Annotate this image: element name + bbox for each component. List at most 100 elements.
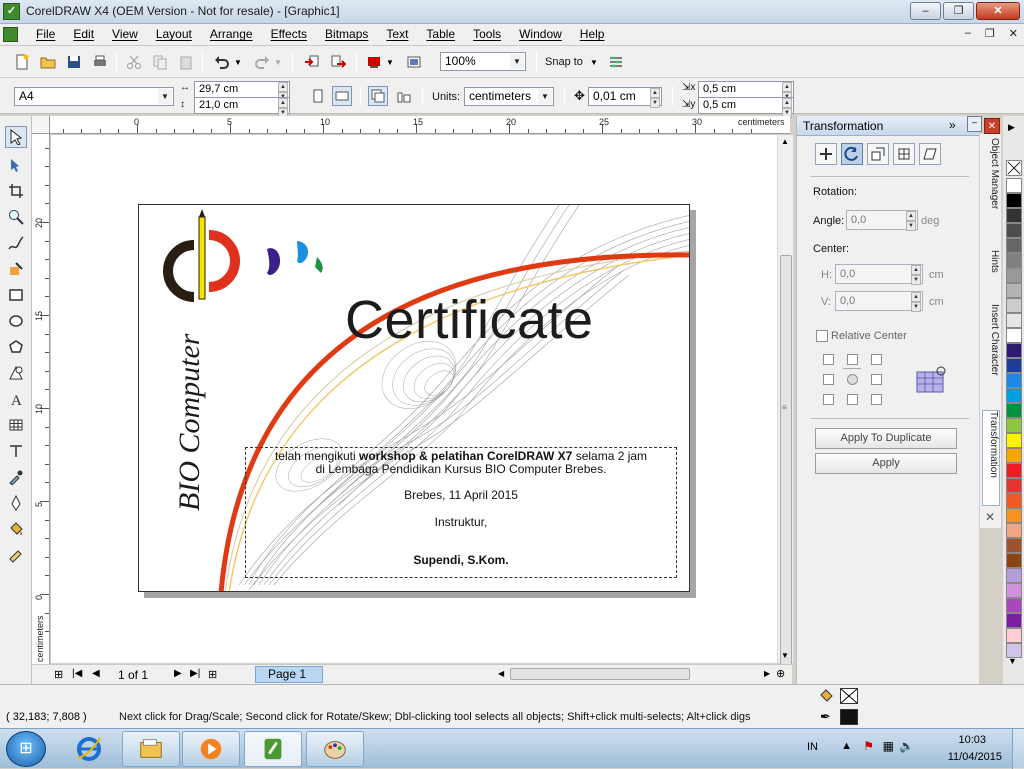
units-select[interactable]: centimeters ▼	[464, 87, 554, 106]
color-swatch[interactable]	[1006, 343, 1022, 358]
menu-layout[interactable]: Layout	[156, 27, 192, 41]
color-swatch[interactable]	[1006, 283, 1022, 298]
docker-expand-icon[interactable]: »	[949, 118, 956, 132]
network-icon[interactable]: ▦	[883, 739, 894, 753]
fill-bucket-icon[interactable]	[818, 688, 834, 704]
scroll-left-arrow[interactable]: ◀	[498, 669, 504, 678]
color-swatch[interactable]	[1006, 628, 1022, 643]
color-swatch[interactable]	[1006, 568, 1022, 583]
action-center-icon[interactable]: ⚑	[863, 739, 874, 753]
restore-button[interactable]: ❐	[943, 2, 974, 20]
save-icon[interactable]	[64, 52, 84, 72]
last-page-button[interactable]: ▶|	[190, 668, 200, 679]
text-frame[interactable]: telah mengikuti workshop & pelatihan Cor…	[245, 447, 677, 578]
no-color-swatch[interactable]	[1006, 160, 1022, 176]
color-swatch[interactable]	[1006, 178, 1022, 193]
color-swatch[interactable]	[1006, 613, 1022, 628]
open-icon[interactable]	[38, 52, 58, 72]
outline-color-swatch[interactable]	[840, 709, 858, 725]
scroll-down-arrow[interactable]: ▼	[781, 651, 789, 660]
shape-tool-icon[interactable]	[5, 154, 27, 176]
explorer-icon[interactable]	[122, 731, 180, 767]
menu-bitmaps[interactable]: Bitmaps	[325, 27, 368, 41]
tab-transformation[interactable]: Transformation	[982, 410, 1000, 506]
anchor-middle-left[interactable]	[823, 374, 834, 385]
outline-pen-icon[interactable]: ✒	[820, 709, 834, 725]
eyedropper-tool-icon[interactable]	[5, 466, 27, 488]
anchor-middle-right[interactable]	[871, 374, 882, 385]
redo-list-arrow[interactable]: ▼	[272, 52, 284, 72]
pick-tool-icon[interactable]	[5, 126, 27, 148]
cut-icon[interactable]	[124, 52, 144, 72]
color-swatch[interactable]	[1006, 553, 1022, 568]
tray-arrow-icon[interactable]: ▲	[841, 740, 852, 752]
all-pages-icon[interactable]	[368, 86, 388, 106]
fill-color-swatch[interactable]	[840, 688, 858, 704]
certificate-page[interactable]: BIO Computer Certificate telah mengikuti…	[138, 204, 690, 592]
application-launcher-icon[interactable]	[364, 52, 384, 72]
crop-tool-icon[interactable]	[5, 180, 27, 202]
coreldraw-taskbar-icon[interactable]	[244, 731, 302, 767]
color-swatch[interactable]	[1006, 358, 1022, 373]
first-page-button[interactable]: |◀	[72, 668, 82, 679]
rotate-mode-icon[interactable]	[841, 143, 863, 165]
welcome-screen-icon[interactable]	[404, 52, 424, 72]
ellipse-tool-icon[interactable]	[5, 310, 27, 332]
copy-icon[interactable]	[150, 52, 170, 72]
print-icon[interactable]	[90, 52, 110, 72]
fill-tool-icon[interactable]	[5, 518, 27, 540]
clock-time[interactable]: 10:03	[958, 734, 986, 746]
anchor-top-right[interactable]	[871, 354, 882, 365]
media-player-icon[interactable]	[182, 731, 240, 767]
relative-center-checkbox[interactable]	[816, 330, 828, 342]
color-swatch[interactable]	[1006, 448, 1022, 463]
vertical-scrollbar[interactable]: ▲ ≡ ▼	[777, 135, 793, 675]
menu-edit[interactable]: Edit	[73, 27, 94, 41]
menu-file[interactable]: File	[36, 27, 55, 41]
basic-shapes-tool-icon[interactable]	[5, 362, 27, 384]
color-swatch[interactable]	[1006, 538, 1022, 553]
interactive-fill-tool-icon[interactable]	[5, 544, 27, 566]
import-icon[interactable]	[302, 52, 322, 72]
zoom-level-select[interactable]: 100% ▼	[440, 52, 526, 71]
close-button[interactable]: ✕	[976, 2, 1020, 20]
prev-page-button[interactable]: ◀	[92, 668, 100, 679]
color-swatch[interactable]	[1006, 583, 1022, 598]
docker-minimize-button[interactable]: –	[967, 116, 982, 132]
redo-icon[interactable]	[252, 52, 272, 72]
menu-effects[interactable]: Effects	[271, 27, 307, 41]
undo-icon[interactable]	[212, 52, 232, 72]
options-icon[interactable]	[606, 52, 626, 72]
zoom-tool-icon[interactable]	[5, 206, 27, 228]
smart-fill-tool-icon[interactable]	[5, 258, 27, 280]
text-tool-icon[interactable]: A	[5, 388, 27, 410]
nudge-distance-field[interactable]: 0,01 cm ▲ ▼	[588, 87, 662, 108]
color-swatch[interactable]	[1006, 523, 1022, 538]
new-icon[interactable]	[12, 52, 32, 72]
minimize-button[interactable]: –	[910, 2, 941, 20]
rectangle-tool-icon[interactable]	[5, 284, 27, 306]
scale-mode-icon[interactable]	[867, 143, 889, 165]
tab-insert-character[interactable]: Insert Character	[982, 304, 1000, 404]
dimension-tool-icon[interactable]	[5, 440, 27, 462]
anchor-bottom-right[interactable]	[871, 394, 882, 405]
anchor-top-center[interactable]	[847, 354, 858, 365]
color-swatch[interactable]	[1006, 253, 1022, 268]
color-swatch[interactable]	[1006, 313, 1022, 328]
apply-to-duplicate-button[interactable]: Apply To Duplicate	[815, 428, 957, 449]
freehand-tool-icon[interactable]	[5, 232, 27, 254]
zoom-navigator-icon[interactable]: ⊕	[776, 667, 785, 680]
document-icon[interactable]	[3, 27, 18, 42]
duplicate-x-field[interactable]: 0,5 cm▲▼	[698, 81, 794, 102]
color-swatch[interactable]	[1006, 463, 1022, 478]
menu-text[interactable]: Text	[386, 27, 408, 41]
docker-close-button[interactable]: ✕	[984, 118, 1000, 134]
anchor-bottom-center[interactable]	[847, 394, 858, 405]
certificate-heading[interactable]: Certificate	[345, 289, 594, 351]
color-swatch[interactable]	[1006, 508, 1022, 523]
start-button[interactable]: ⊞	[6, 731, 46, 767]
horizontal-ruler[interactable]: centimeters 0 5 10 15 20 25 30	[32, 116, 790, 134]
color-swatch[interactable]	[1006, 433, 1022, 448]
scroll-up-arrow[interactable]: ▲	[781, 137, 789, 146]
page-width-field[interactable]: 29,7 cm▲▼	[194, 81, 290, 102]
